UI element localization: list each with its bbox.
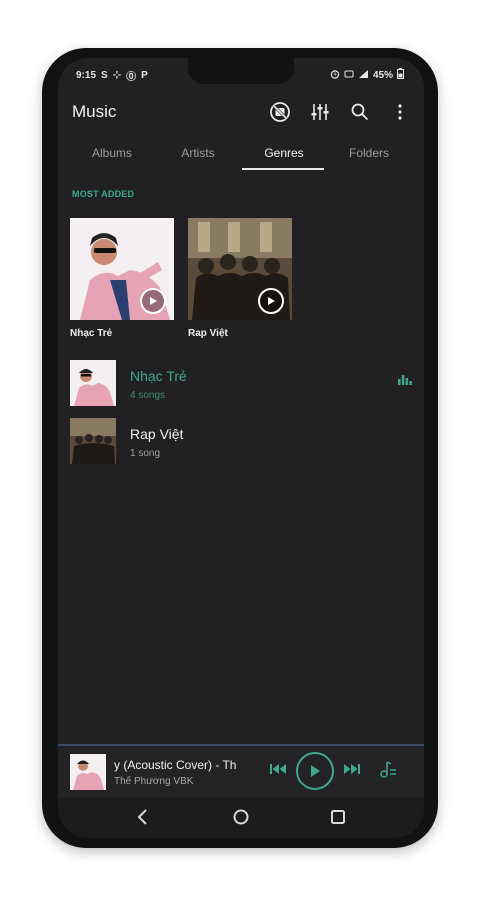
status-bar: 9:15 S ⊹ ⓪ P 45% — [58, 64, 424, 84]
queue-music-icon — [380, 760, 396, 778]
tab-genres[interactable]: Genres — [260, 146, 308, 160]
play-icon — [150, 297, 157, 305]
system-nav-bar — [58, 798, 424, 838]
list-item-thumbnail — [70, 418, 116, 464]
equalizer-icon — [311, 104, 329, 120]
tab-albums[interactable]: Albums — [90, 146, 134, 160]
app-screen: 9:15 S ⊹ ⓪ P 45% Music Albums Artists Ge… — [58, 58, 424, 838]
play-icon — [268, 297, 275, 305]
battery-icon — [397, 68, 404, 82]
mini-player-artist: Thế Phương VBK — [114, 776, 194, 787]
home-button[interactable] — [232, 808, 250, 831]
list-item-title: Nhạc Trẻ — [130, 368, 187, 384]
play-button[interactable] — [296, 752, 334, 790]
play-overlay-button[interactable] — [258, 288, 284, 314]
battery-percentage: 45% — [372, 69, 393, 81]
no-ads-button[interactable] — [266, 98, 294, 126]
genre-tile[interactable]: Nhạc Trẻ — [70, 218, 174, 339]
tile-label: Rap Việt — [188, 328, 228, 339]
tile-label: Nhạc Trẻ — [70, 328, 113, 339]
skip-next-icon — [344, 764, 360, 774]
genre-artwork — [188, 218, 292, 320]
genre-artwork — [70, 218, 174, 320]
list-item[interactable]: Nhạc Trẻ 4 songs — [70, 360, 412, 410]
list-item-title: Rap Việt — [130, 426, 184, 442]
search-icon — [351, 103, 369, 121]
app-bar: Music — [58, 94, 424, 130]
next-button[interactable] — [344, 762, 360, 780]
status-time: 9:15 — [76, 70, 97, 81]
pinterest-icon: P — [141, 70, 148, 81]
skip-previous-icon — [270, 764, 286, 774]
mini-player-title: y (Acoustic Cover) - Th — [114, 758, 237, 772]
tab-bar: Albums Artists Genres Folders — [58, 144, 424, 176]
list-item-subtitle: 4 songs — [130, 390, 166, 401]
queue-button[interactable] — [378, 760, 396, 783]
overflow-menu-button[interactable] — [386, 98, 414, 126]
play-icon — [311, 765, 320, 777]
hd-icon — [344, 69, 354, 82]
home-icon — [233, 809, 249, 825]
section-header: MOST ADDED — [72, 189, 135, 199]
previous-button[interactable] — [270, 762, 286, 780]
tab-indicator — [242, 168, 324, 170]
list-item-subtitle: 1 song — [130, 448, 161, 459]
skype-icon: S — [101, 70, 108, 81]
no-ads-icon — [270, 102, 290, 122]
app-title: Music — [72, 102, 117, 121]
list-item[interactable]: Rap Việt 1 song — [70, 418, 412, 468]
back-button[interactable] — [136, 808, 150, 831]
tab-artists[interactable]: Artists — [176, 146, 220, 160]
recents-icon — [331, 810, 345, 824]
tab-folders[interactable]: Folders — [346, 146, 392, 160]
equalizer-button[interactable] — [306, 98, 334, 126]
notification-icon: ⓪ — [126, 72, 137, 83]
play-overlay-button[interactable] — [140, 288, 166, 314]
list-item-thumbnail — [70, 360, 116, 406]
recents-button[interactable] — [330, 808, 346, 831]
mini-player[interactable]: y (Acoustic Cover) - Th Thế Phương VBK — [58, 744, 424, 796]
alarm-icon — [330, 69, 340, 82]
more-vert-icon — [398, 104, 402, 120]
signal-icon — [358, 69, 369, 82]
genre-tile[interactable]: Rap Việt — [188, 218, 292, 339]
back-icon — [137, 809, 147, 825]
now-playing-icon — [398, 372, 412, 390]
mini-player-artwork — [70, 754, 106, 790]
sync-icon: ⊹ — [112, 70, 122, 81]
search-button[interactable] — [346, 98, 374, 126]
